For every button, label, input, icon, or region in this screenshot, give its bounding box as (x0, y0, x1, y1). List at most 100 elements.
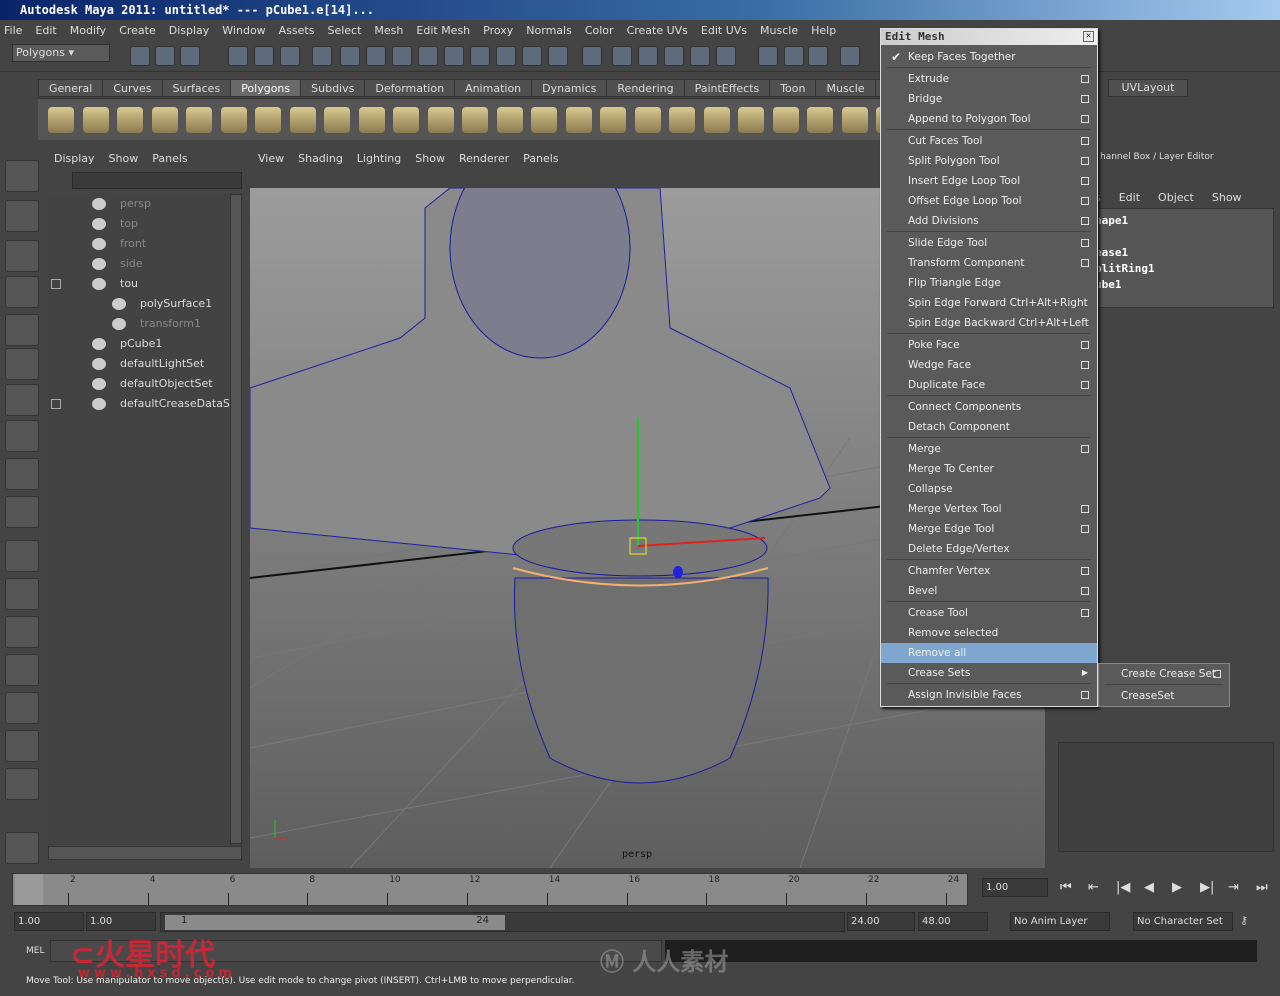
option-box-icon[interactable] (1081, 341, 1089, 349)
outliner-item[interactable]: defaultLightSet (120, 354, 204, 374)
tab-muscle[interactable]: Muscle (815, 79, 876, 97)
shelf-tool-icon[interactable] (151, 107, 178, 133)
shelf-tool-icon[interactable] (462, 107, 488, 133)
option-box-icon[interactable] (1213, 670, 1221, 678)
toolbar-icon[interactable] (784, 46, 804, 66)
toolbar-icon[interactable] (522, 46, 542, 66)
menu-edit-mesh[interactable]: Edit Mesh (416, 24, 470, 37)
range-slider[interactable]: 1 24 (160, 912, 845, 932)
tool-icon[interactable] (5, 768, 39, 800)
step-forward-frame-icon[interactable]: ▶| (1200, 880, 1214, 895)
tool-icon[interactable] (5, 420, 39, 452)
toolbar-icon[interactable] (496, 46, 516, 66)
tool-icon[interactable] (5, 384, 39, 416)
menu-muscle[interactable]: Muscle (760, 24, 798, 37)
playback-end-field[interactable]: 24.00 (847, 912, 915, 931)
menu-item-keep-faces-together[interactable]: ✔ Keep Faces Together (881, 47, 1097, 67)
menu-set-dropdown[interactable]: Polygons ▾ (12, 44, 110, 62)
option-box-icon[interactable] (1081, 137, 1089, 145)
outliner-item[interactable]: pCube1 (120, 334, 162, 354)
tab-animation[interactable]: Animation (454, 79, 533, 97)
option-box-icon[interactable] (1081, 361, 1089, 369)
shelf-tool-icon[interactable] (600, 107, 626, 133)
outliner-hscrollbar[interactable] (48, 846, 242, 860)
tab-toon[interactable]: Toon (769, 79, 817, 97)
viewport-menu-renderer[interactable]: Renderer (459, 152, 509, 165)
toolbar-icon[interactable] (130, 46, 150, 66)
tool-icon[interactable] (5, 160, 39, 192)
tool-icon[interactable] (5, 200, 39, 232)
shelf-tool-icon[interactable] (531, 107, 557, 133)
step-back-key-icon[interactable]: ⇤ (1088, 880, 1099, 895)
option-box-icon[interactable] (1081, 445, 1089, 453)
tool-icon[interactable] (5, 314, 39, 346)
menu-proxy[interactable]: Proxy (483, 24, 513, 37)
time-slider[interactable]: 124681012141618202224 (12, 873, 968, 906)
tool-icon[interactable] (5, 730, 39, 762)
tab-subdivs[interactable]: Subdivs (300, 79, 366, 97)
step-forward-key-icon[interactable]: ⇥ (1228, 880, 1239, 895)
shelf-tool-icon[interactable] (117, 107, 143, 133)
shelf-tool-icon[interactable] (255, 107, 281, 133)
menu-item-merge-to-center[interactable]: Merge To Center (881, 459, 1097, 479)
viewport-menu-view[interactable]: View (258, 152, 284, 165)
outliner-item[interactable]: front (120, 234, 146, 254)
menu-edit[interactable]: Edit (35, 24, 56, 37)
menu-item-cut-faces-tool[interactable]: Cut Faces Tool (881, 131, 1097, 151)
outliner-item[interactable]: side (120, 254, 143, 274)
option-box-icon[interactable] (1081, 115, 1089, 123)
shelf-tool-icon[interactable] (324, 107, 350, 133)
menu-create[interactable]: Create (119, 24, 156, 37)
start-time-field[interactable]: 1.00 (14, 912, 84, 931)
tool-icon[interactable] (5, 540, 39, 572)
menu-item-append-to-polygon-tool[interactable]: Append to Polygon Tool (881, 109, 1097, 129)
shelf-tool-icon[interactable] (634, 107, 661, 133)
viewport-menu-show[interactable]: Show (415, 152, 445, 165)
menu-item-spin-edge-forward-ctrl-alt-right[interactable]: Spin Edge Forward Ctrl+Alt+Right (881, 293, 1097, 313)
menu-item-remove-selected[interactable]: Remove selected (881, 623, 1097, 643)
key-icon[interactable]: ⚷ (1240, 914, 1248, 927)
toolbar-icon[interactable] (758, 46, 778, 66)
menu-item-merge-edge-tool[interactable]: Merge Edge Tool (881, 519, 1097, 539)
tab-polygons[interactable]: Polygons (230, 79, 302, 97)
toolbar-icon[interactable] (392, 46, 412, 66)
option-box-icon[interactable] (1081, 567, 1089, 575)
shelf-tool-icon[interactable] (807, 107, 833, 133)
option-box-icon[interactable] (1081, 525, 1089, 533)
menu-item-insert-edge-loop-tool[interactable]: Insert Edge Loop Tool (881, 171, 1097, 191)
menu-window[interactable]: Window (222, 24, 265, 37)
tool-icon[interactable] (5, 616, 39, 648)
move-manipulator-z[interactable] (673, 566, 683, 578)
menu-item-poke-face[interactable]: Poke Face (881, 335, 1097, 355)
menu-normals[interactable]: Normals (526, 24, 572, 37)
shelf-tool-icon[interactable] (393, 107, 419, 133)
menu-create-uvs[interactable]: Create UVs (627, 24, 688, 37)
tool-icon[interactable] (5, 832, 39, 864)
shelf-tool-icon[interactable] (186, 107, 212, 133)
outliner-item[interactable]: top (120, 214, 138, 234)
outliner-menu-display[interactable]: Display (54, 152, 95, 165)
toolbar-icon[interactable] (254, 46, 274, 66)
viewport-menu-lighting[interactable]: Lighting (357, 152, 401, 165)
viewport-menu-shading[interactable]: Shading (298, 152, 343, 165)
tab-deformation[interactable]: Deformation (364, 79, 456, 97)
tab-dynamics[interactable]: Dynamics (531, 79, 608, 97)
toolbar-icon[interactable] (180, 46, 200, 66)
shelf-tool-icon[interactable] (496, 107, 523, 133)
channel-box-node[interactable]: plitRing1 (1095, 262, 1155, 275)
menu-item-merge[interactable]: Merge (881, 439, 1097, 459)
toolbar-icon[interactable] (418, 46, 438, 66)
outliner-item[interactable]: polySurface1 (140, 294, 212, 314)
toolbar-icon[interactable] (664, 46, 684, 66)
tool-icon[interactable] (5, 348, 39, 380)
option-box-icon[interactable] (1081, 609, 1089, 617)
toolbar-icon[interactable] (312, 46, 332, 66)
tab-uvlayout[interactable]: UVLayout (1108, 79, 1188, 97)
toolbar-icon[interactable] (840, 46, 860, 66)
tool-icon[interactable] (5, 458, 39, 490)
menu-item-chamfer-vertex[interactable]: Chamfer Vertex (881, 561, 1097, 581)
toolbar-icon[interactable] (638, 46, 658, 66)
outliner-filter-input[interactable] (72, 172, 242, 189)
outliner-menu-panels[interactable]: Panels (152, 152, 187, 165)
toolbar-icon[interactable] (444, 46, 464, 66)
